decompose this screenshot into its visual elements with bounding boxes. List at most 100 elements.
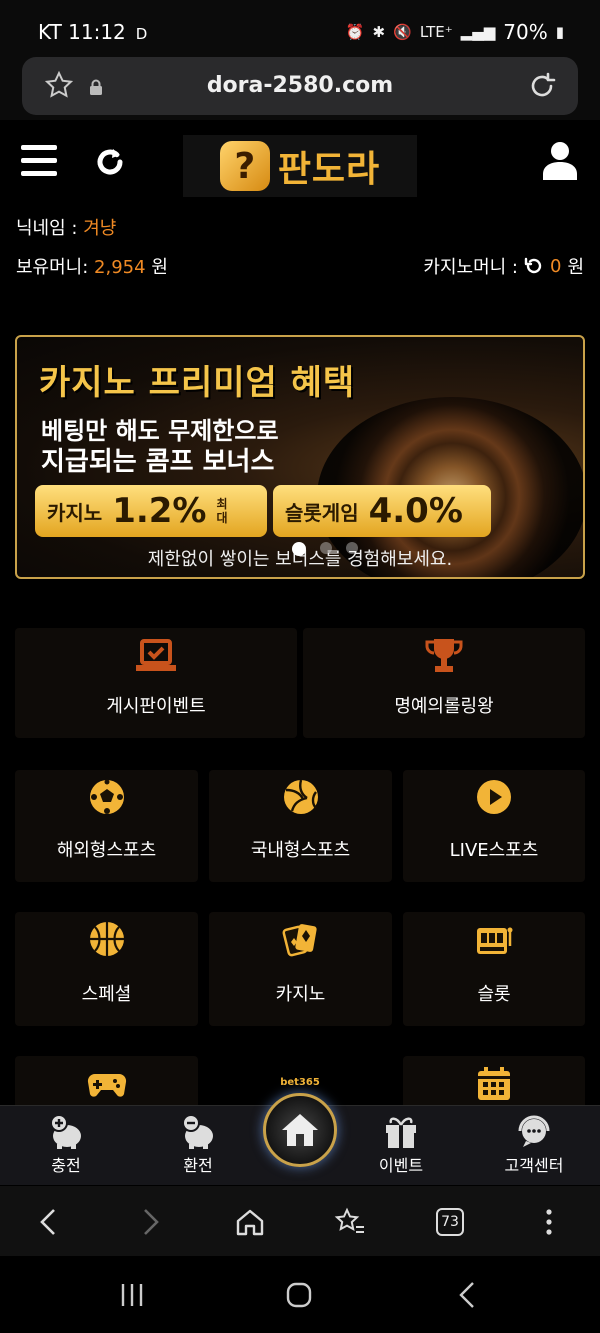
menu-domestic-sports[interactable]: 국내형스포츠 <box>209 770 392 882</box>
home-icon <box>282 1114 318 1146</box>
battery-level: 70% <box>503 20 548 44</box>
piggy-bank-minus-icon <box>182 1114 213 1149</box>
alarm-icon: ⏰ <box>345 23 365 41</box>
casino-money-row: 카지노머니 : 0 원 <box>423 253 584 279</box>
menu-overseas-sports[interactable]: 해외형스포츠 <box>15 770 198 882</box>
casino-money-unit: 원 <box>567 257 584 278</box>
logo-text: 판도라 <box>277 149 381 190</box>
logo-badge: ? <box>219 141 270 191</box>
money-unit: 원 <box>151 257 168 278</box>
network-label: LTE⁺ <box>419 23 453 41</box>
recent-apps-icon[interactable] <box>117 1280 147 1310</box>
more-menu-button[interactable] <box>531 1204 567 1240</box>
site-header: ? 판도라 <box>0 123 600 203</box>
nav-support[interactable]: 고객센터 <box>484 1114 584 1176</box>
casino-rate-value: 1.2% <box>112 491 207 531</box>
forward-button[interactable] <box>133 1204 169 1240</box>
refresh-icon[interactable] <box>93 145 127 179</box>
tabs-button[interactable]: 73 <box>432 1204 468 1240</box>
piggy-bank-plus-icon <box>50 1114 81 1149</box>
slot-machine-icon <box>477 927 513 954</box>
address-bar[interactable]: dora-2580.com <box>22 57 578 115</box>
carousel-dots <box>292 542 358 556</box>
signal-icon: ▂▄▆ <box>460 23 496 41</box>
carousel-dot[interactable] <box>320 542 332 554</box>
site-logo[interactable]: ? 판도라 <box>183 135 417 197</box>
nav-charge[interactable]: 충전 <box>16 1114 116 1176</box>
trophy-icon <box>425 639 463 672</box>
nav-event-label: 이벤트 <box>378 1156 424 1175</box>
rolling-king-label: 명예의롤링왕 <box>394 696 494 717</box>
board-event-label: 게시판이벤트 <box>106 696 206 717</box>
back-button[interactable] <box>30 1204 66 1240</box>
mute-icon: 🔇 <box>393 23 412 41</box>
menu-live-sports[interactable]: LIVE스포츠 <box>403 770 585 882</box>
bluetooth-icon: ✱ <box>372 23 386 41</box>
headset-chat-icon <box>518 1115 550 1147</box>
live-sports-label: LIVE스포츠 <box>449 840 539 861</box>
reload-icon[interactable] <box>526 70 558 102</box>
gift-icon <box>386 1117 416 1148</box>
nickname-row: 닉네임 : 겨냥 <box>16 214 116 240</box>
bookmarks-star-icon <box>334 1207 364 1233</box>
android-back-icon[interactable] <box>453 1280 483 1310</box>
overseas-sports-label: 해외형스포츠 <box>56 840 157 861</box>
casino-rate-label: 카지노 <box>47 500 103 525</box>
android-home-icon[interactable] <box>284 1280 314 1310</box>
url-text[interactable]: dora-2580.com <box>22 73 578 98</box>
chevron-left-icon <box>40 1209 55 1235</box>
volleyball-icon <box>283 779 318 814</box>
chevron-right-icon <box>144 1209 159 1235</box>
slot-rate-label: 슬롯게임 <box>285 500 359 525</box>
more-vert-icon <box>546 1209 552 1235</box>
nickname-value: 겨냥 <box>83 218 117 239</box>
special-label: 스페셜 <box>81 984 132 1005</box>
menu-casino[interactable]: 카지노 <box>209 912 392 1026</box>
money-label: 보유머니: <box>16 257 89 278</box>
gamepad-icon <box>87 1073 126 1097</box>
promo-banner[interactable]: 카지노 프리미엄 혜택 베팅만 해도 무제한으로 지급되는 콤프 보너스 카지노… <box>15 335 585 579</box>
battery-icon: ▮ <box>555 23 564 41</box>
domestic-sports-label: 국내형스포츠 <box>250 840 351 861</box>
menu-special[interactable]: 스페셜 <box>15 912 198 1026</box>
calendar-icon <box>478 1067 510 1100</box>
casino-refresh-icon[interactable] <box>524 256 544 276</box>
banner-title: 카지노 프리미엄 혜택 <box>39 363 356 403</box>
home-button[interactable] <box>263 1093 337 1167</box>
slot-rate-value: 4.0% <box>368 491 463 531</box>
browser-home-button[interactable] <box>232 1204 268 1240</box>
bet365-label: bet365 <box>280 1077 320 1088</box>
status-right: ⏰ ✱ 🔇 LTE⁺ ▂▄▆ 70% ▮ <box>346 20 564 44</box>
nav-exchange[interactable]: 환전 <box>148 1114 248 1176</box>
browser-toolbar: 73 <box>0 1186 600 1256</box>
soccer-ball-icon <box>89 779 124 814</box>
tab-count: 73 <box>436 1208 464 1236</box>
nav-charge-label: 충전 <box>51 1156 81 1175</box>
menu-icon[interactable] <box>21 145 57 177</box>
menu-rolling-king[interactable]: 명예의롤링왕 <box>303 628 585 738</box>
carousel-dot-active[interactable] <box>292 542 306 556</box>
money-row: 보유머니: 2,954 원 <box>16 253 168 279</box>
casino-rate-pill: 카지노 1.2% 최대 <box>35 485 267 537</box>
board-check-icon <box>136 639 176 671</box>
menu-board-event[interactable]: 게시판이벤트 <box>15 628 297 738</box>
money-value: 2,954 <box>94 257 146 278</box>
slot-rate-pill: 슬롯게임 4.0% <box>273 485 491 537</box>
playing-cards-icon <box>282 924 317 957</box>
bookmarks-button[interactable] <box>332 1204 368 1240</box>
slot-label: 슬롯 <box>477 984 511 1005</box>
banner-subtitle-2: 지급되는 콤프 보너스 <box>41 447 275 477</box>
casino-rate-max: 최대 <box>216 497 228 525</box>
menu-slot[interactable]: 슬롯 <box>403 912 585 1026</box>
basketball-icon <box>89 922 124 956</box>
casino-label: 카지노 <box>275 984 326 1005</box>
nav-event[interactable]: 이벤트 <box>351 1114 451 1176</box>
status-indicator: D <box>135 25 148 43</box>
nickname-label: 닉네임 : <box>16 218 78 239</box>
url-bar-container: dora-2580.com <box>0 52 600 120</box>
casino-money-value: 0 <box>549 255 562 277</box>
user-icon[interactable] <box>542 140 578 180</box>
status-left: KT 11:12 D <box>38 20 147 44</box>
carousel-dot[interactable] <box>346 542 358 554</box>
casino-money-label: 카지노머니 : <box>423 257 518 278</box>
